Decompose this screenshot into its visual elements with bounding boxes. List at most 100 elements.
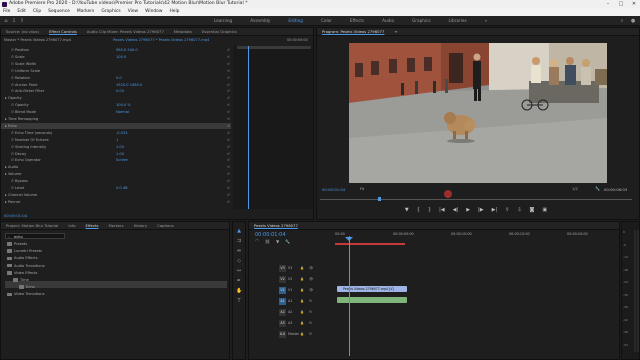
toggle-output-icon[interactable]: 👁 xyxy=(309,265,313,272)
export-icon[interactable]: ⇧ xyxy=(19,18,25,24)
program-playhead[interactable] xyxy=(378,197,381,201)
effect-property-value[interactable]: Screen xyxy=(116,157,128,163)
effect-property-row[interactable]: ▸ Time Remapping xyxy=(1,116,231,122)
tab-essential-graphics[interactable]: Essential Graphics xyxy=(197,28,242,35)
menu-view[interactable]: View xyxy=(128,8,138,16)
step-forward-icon[interactable]: |▶ xyxy=(478,204,484,216)
ec-mini-timeline[interactable] xyxy=(233,46,313,209)
effects-tree-item[interactable]: Audio Effects xyxy=(7,255,38,261)
pen-tool-icon[interactable]: ✒ xyxy=(236,278,242,284)
effect-property-value[interactable]: 1.00 xyxy=(116,151,124,157)
effect-property-row[interactable]: ▸ Audio xyxy=(1,164,231,170)
tab-metadata[interactable]: Metadata xyxy=(169,28,197,35)
track-target-toggle[interactable]: V1 xyxy=(279,287,286,294)
tab-effect-controls[interactable]: Effect Controls xyxy=(44,28,82,35)
effect-property-value[interactable]: 0.00 xyxy=(116,88,124,94)
effect-property-value[interactable]: -0.033 xyxy=(116,130,128,136)
reset-parameter-icon[interactable]: ↺ xyxy=(227,131,230,135)
effect-property-row[interactable]: ▸ Volume xyxy=(1,171,231,177)
reset-parameter-icon[interactable]: ↺ xyxy=(227,158,230,162)
audio-clip-a1[interactable] xyxy=(337,297,407,303)
reset-parameter-icon[interactable]: ↺ xyxy=(227,138,230,142)
effect-property-row[interactable]: ⏱ Bypass xyxy=(1,178,231,184)
workspace-tab-audio[interactable]: Audio xyxy=(373,16,403,26)
track-target-toggle[interactable]: 0.0 xyxy=(279,331,286,338)
effect-property-row[interactable]: ▸ Channel Volume xyxy=(1,192,231,198)
effect-property-value[interactable]: 100.0 xyxy=(116,54,126,60)
reset-parameter-icon[interactable]: ↺ xyxy=(227,200,230,204)
reset-parameter-icon[interactable]: ↺ xyxy=(227,55,230,59)
effects-tree-item[interactable]: Video Effects xyxy=(7,270,37,276)
reset-parameter-icon[interactable]: ↺ xyxy=(227,145,230,149)
search-icon[interactable]: ⌕ xyxy=(619,18,625,24)
reset-parameter-icon[interactable]: ↺ xyxy=(227,179,230,183)
minimize-button[interactable]: – xyxy=(602,0,614,8)
settings-wrench-icon[interactable]: 🔧 xyxy=(595,186,600,191)
timeline-timecode[interactable]: 00:00:01:04 xyxy=(255,232,286,238)
in-point-icon[interactable]: { xyxy=(417,204,420,216)
close-button[interactable]: ✕ xyxy=(628,0,640,8)
razor-tool-icon[interactable]: ◇ xyxy=(236,258,242,264)
track-header[interactable]: A2 A2 🔒 M xyxy=(257,308,333,317)
add-marker-icon[interactable]: ▼ xyxy=(276,239,279,245)
ec-timecode[interactable]: 00:00:01:04 xyxy=(4,213,27,218)
workspace-tab-color[interactable]: Color xyxy=(312,16,341,26)
reset-parameter-icon[interactable]: ↺ xyxy=(227,117,230,121)
hand-tool-icon[interactable]: ✋ xyxy=(236,288,242,294)
reset-parameter-icon[interactable]: ↺ xyxy=(227,172,230,176)
workspace-tab-learning[interactable]: Learning xyxy=(205,16,241,26)
track-header[interactable]: V3 V3 🔒 👁 xyxy=(257,264,333,273)
workspace-tab-effects[interactable]: Effects xyxy=(341,16,373,26)
reset-parameter-icon[interactable]: ↺ xyxy=(227,48,230,52)
lock-track-icon[interactable]: 🔒 xyxy=(300,276,304,283)
reset-parameter-icon[interactable]: ↺ xyxy=(227,76,230,80)
timeline-sequence-tab[interactable]: Pexels Videos 2796077 xyxy=(249,222,303,229)
effect-property-row[interactable]: ▸ Panner xyxy=(1,199,231,205)
zoom-fit-select[interactable]: Fit xyxy=(360,187,364,191)
program-monitor-title[interactable]: Program: Pexels Videos 2796077 xyxy=(317,28,389,35)
effect-property-value[interactable]: 1920.0 1080.0 xyxy=(116,82,142,88)
track-header[interactable]: A3 A3 🔒 M xyxy=(257,319,333,328)
track-header[interactable]: V2 V2 🔒 👁 xyxy=(257,275,333,284)
maximize-button[interactable]: □ xyxy=(615,0,627,8)
effect-property-row[interactable]: ⏱ Uniform Scale xyxy=(1,68,231,74)
marker-icon[interactable]: ▼ xyxy=(405,204,409,216)
program-scrub-area[interactable]: 00:00:01:04 Fit 1/2 🔧 00:00:06:03 xyxy=(320,186,632,201)
program-video-frame[interactable] xyxy=(349,43,607,183)
program-menu-icon[interactable]: ≡ xyxy=(389,28,402,35)
track-header[interactable]: A1 A1 🔒 M xyxy=(257,297,333,306)
workspace-tab-assembly[interactable]: Assembly xyxy=(241,16,279,26)
workspace-tab-graphics[interactable]: Graphics xyxy=(403,16,440,26)
linked-selection-icon[interactable]: ⛓ xyxy=(265,239,270,245)
effect-property-value[interactable]: 960.0 540.0 xyxy=(116,47,138,53)
reset-parameter-icon[interactable]: ↺ xyxy=(227,83,230,87)
reset-parameter-icon[interactable]: ↺ xyxy=(227,165,230,169)
reset-parameter-icon[interactable]: ↺ xyxy=(227,186,230,190)
sequence-clip-label[interactable]: Pexels Videos 2796077 * Pexels Videos 27… xyxy=(113,37,209,44)
track-target-toggle[interactable]: A3 xyxy=(279,320,286,327)
slip-tool-icon[interactable]: ↔ xyxy=(236,268,242,274)
effects-tree-item[interactable]: Echo xyxy=(19,284,35,290)
step-back-icon[interactable]: ◀| xyxy=(453,204,459,216)
lock-track-icon[interactable]: 🔒 xyxy=(300,309,304,316)
track-header[interactable]: V1 V1 🔒 👁 xyxy=(257,286,333,295)
play-icon[interactable]: ▶ xyxy=(466,204,470,216)
menu-markers[interactable]: Markers xyxy=(77,8,94,16)
effect-property-value[interactable]: Normal xyxy=(116,109,129,115)
menu-sequence[interactable]: Sequence xyxy=(48,8,70,16)
effect-property-value[interactable]: 100.0 % xyxy=(116,102,131,108)
track-target-toggle[interactable]: V2 xyxy=(279,276,286,283)
menu-help[interactable]: Help xyxy=(169,8,179,16)
mute-track-button[interactable]: M xyxy=(309,331,312,338)
snap-icon[interactable]: ⌒ xyxy=(255,239,259,245)
work-area-bar[interactable] xyxy=(335,243,405,245)
effect-property-value[interactable]: 0.0 xyxy=(116,75,122,81)
video-clip-v1[interactable]: Pexels Videos 2796077.mp4 [V] xyxy=(337,286,407,292)
timeline-settings-icon[interactable]: 🔧 xyxy=(285,239,290,245)
effects-tree-item[interactable]: Lumetri Presets xyxy=(7,248,42,254)
workspace-tab-libraries[interactable]: Libraries xyxy=(440,16,476,26)
ec-playhead[interactable] xyxy=(248,46,249,209)
lock-track-icon[interactable]: 🔒 xyxy=(300,287,304,294)
mute-track-button[interactable]: M xyxy=(309,309,312,316)
tab-markers[interactable]: Markers xyxy=(103,222,128,229)
